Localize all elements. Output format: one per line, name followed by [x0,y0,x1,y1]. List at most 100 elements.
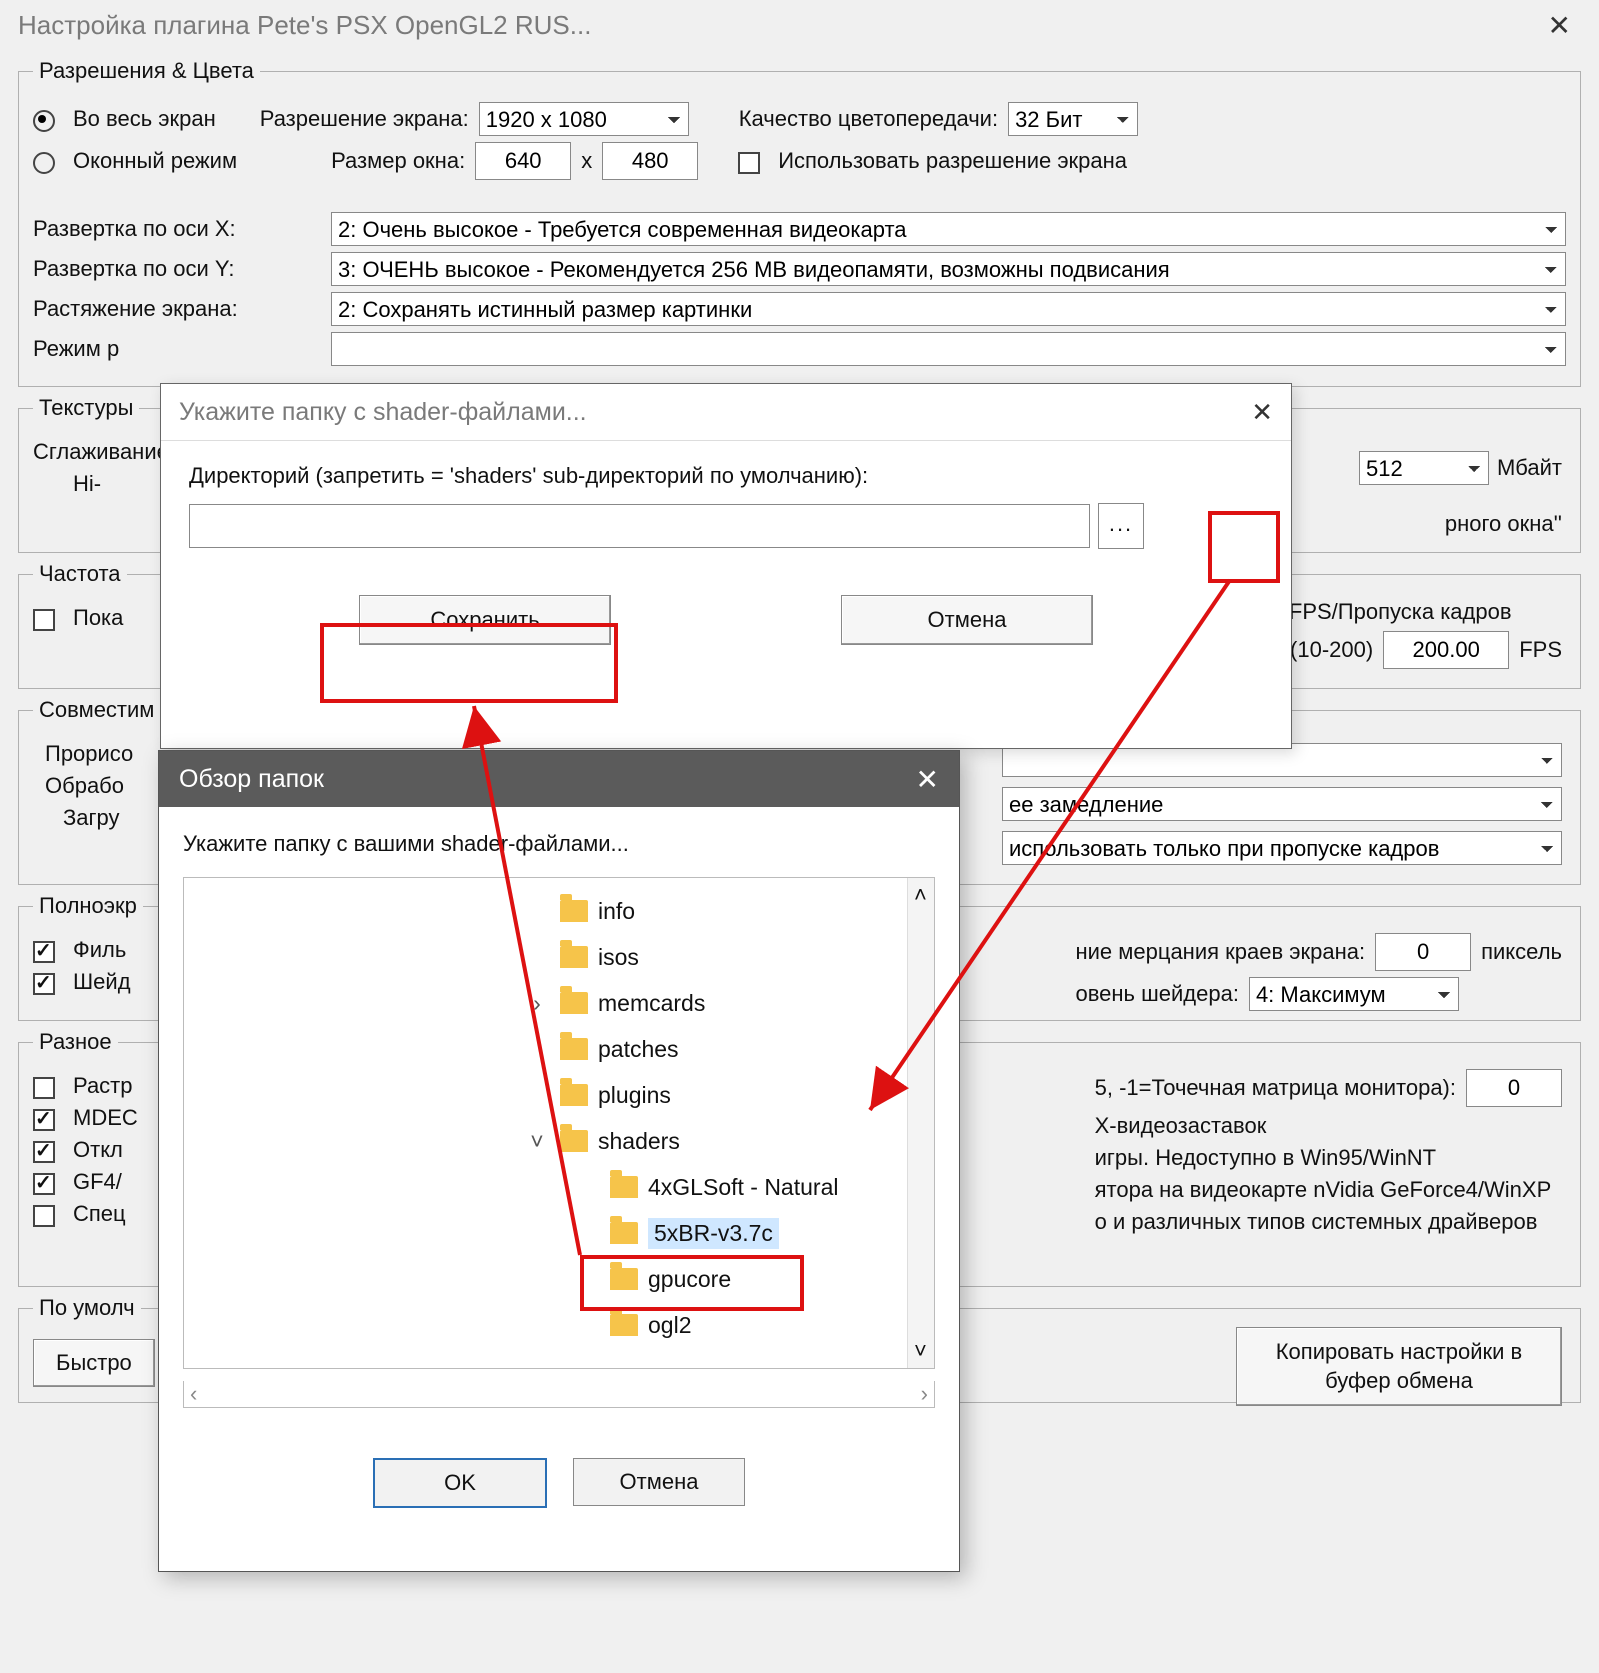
checkbox-spec[interactable] [33,1205,55,1227]
scrollbar-vertical[interactable]: ˄ ˅ [907,878,934,1368]
scroll-up-icon[interactable]: ˄ [914,882,927,908]
label-mdec: MDEC [73,1105,138,1131]
combo-mode[interactable] [331,332,1566,366]
dialog-folder-browser: Обзор папок ✕ Укажите папку с вашими sha… [158,750,960,1572]
button-save[interactable]: Сохранить [359,595,611,645]
label-windowed: Оконный режим [73,148,237,174]
label-winsize: Размер окна: [331,148,465,174]
tree-item[interactable]: 4xGLSoft - Natural [184,1164,907,1210]
tree-item-label: memcards [598,990,705,1017]
folder-tree[interactable]: info isos › memcards patches plugins ˅ shaders 4… [184,878,907,1368]
label-show-fps: Пока [73,605,123,631]
tree-item-label: ogl2 [648,1312,691,1339]
close-icon[interactable]: ✕ [1538,5,1581,46]
legend-defaults: По умолч [33,1295,141,1321]
checkbox-rast[interactable] [33,1077,55,1099]
tree-item-label: shaders [598,1128,680,1155]
label-nvidia: ятора на видеокарте nVidia GeForce4/WinX… [1095,1177,1552,1203]
checkbox-gf4[interactable] [33,1173,55,1195]
button-browse[interactable]: ... [1098,503,1144,549]
combo-aspect[interactable]: 2: Сохранять истинный размер картинки [331,292,1566,326]
label-shader: Шейд [73,969,131,995]
label-proc: Обрабо [45,773,124,799]
radio-fullscreen[interactable] [33,110,55,132]
button-fast[interactable]: Быстро [33,1339,155,1387]
folder-icon [560,1038,588,1060]
folder-icon [560,992,588,1014]
expand-icon[interactable]: › [524,990,550,1017]
combo-vram[interactable]: 512 [1359,451,1489,485]
label-use-desktop: Использовать разрешение экрана [778,148,1127,174]
scroll-down-icon[interactable]: ˅ [914,1338,927,1364]
expand-icon[interactable]: ˅ [524,1128,550,1155]
radio-windowed[interactable] [33,152,55,174]
input-flicker[interactable] [1375,933,1471,971]
dialog-shader-close-icon[interactable]: ✕ [1251,397,1273,428]
tree-item[interactable]: ˅ shaders [184,1118,907,1164]
folder-icon [610,1176,638,1198]
tree-item[interactable]: gpucore [184,1256,907,1302]
tree-item-label: 4xGLSoft - Natural [648,1174,838,1201]
label-draw: Прорисо [45,741,133,767]
scroll-left-icon[interactable]: ‹ [190,1381,197,1407]
label-directory: Директорий (запретить = 'shaders' sub-ди… [189,463,1263,489]
tree-item-label: plugins [598,1082,671,1109]
checkbox-shader[interactable] [33,973,55,995]
folder-icon [560,946,588,968]
button-copy-settings[interactable]: Копировать настройки в буфер обмена [1236,1327,1562,1406]
input-matrix[interactable] [1466,1069,1562,1107]
folder-icon [610,1268,638,1290]
group-resolution: Разрешения & Цвета Во весь экран Разреше… [18,58,1581,387]
input-shader-path[interactable] [189,504,1090,548]
combo-resolution[interactable]: 1920 x 1080 [479,102,689,136]
combo-colordepth[interactable]: 32 Бит [1008,102,1138,136]
button-ok[interactable]: OK [373,1458,547,1508]
input-win-width[interactable] [475,142,571,180]
tree-item[interactable]: isos [184,934,907,980]
label-flicker: ние мерцания краев экрана: [1075,939,1365,965]
tree-item[interactable]: 5xBR-v3.7c [184,1210,907,1256]
tree-item-label: 5xBR-v3.7c [648,1218,779,1249]
tree-item-label: info [598,898,635,925]
input-fps-limit[interactable] [1383,631,1509,669]
tree-item[interactable]: patches [184,1026,907,1072]
checkbox-mdec[interactable] [33,1109,55,1131]
dialog-shader-title: Укажите папку с shader-файлами... [179,398,587,427]
legend-misc: Разное [33,1029,118,1055]
scrollbar-horizontal[interactable]: ‹ › [183,1381,935,1408]
combo-compat-2[interactable]: ее замедление [1002,787,1562,821]
tree-item[interactable]: plugins [184,1072,907,1118]
input-win-height[interactable] [602,142,698,180]
button-cancel[interactable]: Отмена [841,595,1093,645]
scroll-right-icon[interactable]: › [921,1381,928,1407]
combo-compat-3[interactable]: использовать только при пропуске кадров [1002,831,1562,865]
label-mbyte: Мбайт [1497,455,1562,481]
tree-item[interactable]: info [184,888,907,934]
checkbox-otkl[interactable] [33,1141,55,1163]
label-drivers: о и различных типов системных драйверов [1095,1209,1538,1235]
label-pixel: пиксель [1481,939,1562,965]
tree-item[interactable]: › memcards [184,980,907,1026]
combo-stretch-y[interactable]: 3: ОЧЕНЬ высокое - Рекомендуется 256 МВ … [331,252,1566,286]
label-load: Загру [63,805,120,831]
label-colordepth: Качество цветопередачи: [739,106,998,132]
checkbox-show-fps[interactable] [33,609,55,631]
combo-shader-level[interactable]: 4: Максимум [1249,977,1459,1011]
folder-browser-subtitle: Укажите папку с вашими shader-файлами... [159,807,959,865]
label-resolution: Разрешение экрана: [260,106,469,132]
folder-browser-title: Обзор папок [179,765,324,794]
tree-item[interactable]: ogl2 [184,1302,907,1348]
label-shader-level: овень шейдера: [1075,981,1238,1007]
label-black-window: рного окна'' [1445,511,1562,537]
checkbox-filter[interactable] [33,941,55,963]
checkbox-use-desktop[interactable] [738,152,760,174]
folder-icon [610,1222,638,1244]
label-stretch-x: Развертка по оси X: [33,216,331,242]
legend-textures: Текстуры [33,395,139,421]
legend-compat: Совместим [33,697,160,723]
label-video: X-видеозаставок [1095,1113,1267,1139]
label-fps-unit: FPS [1519,637,1562,663]
combo-stretch-x[interactable]: 2: Очень высокое - Требуется современная… [331,212,1566,246]
folder-browser-close-icon[interactable]: ✕ [916,763,939,796]
button-cancel-folder[interactable]: Отмена [573,1458,745,1506]
